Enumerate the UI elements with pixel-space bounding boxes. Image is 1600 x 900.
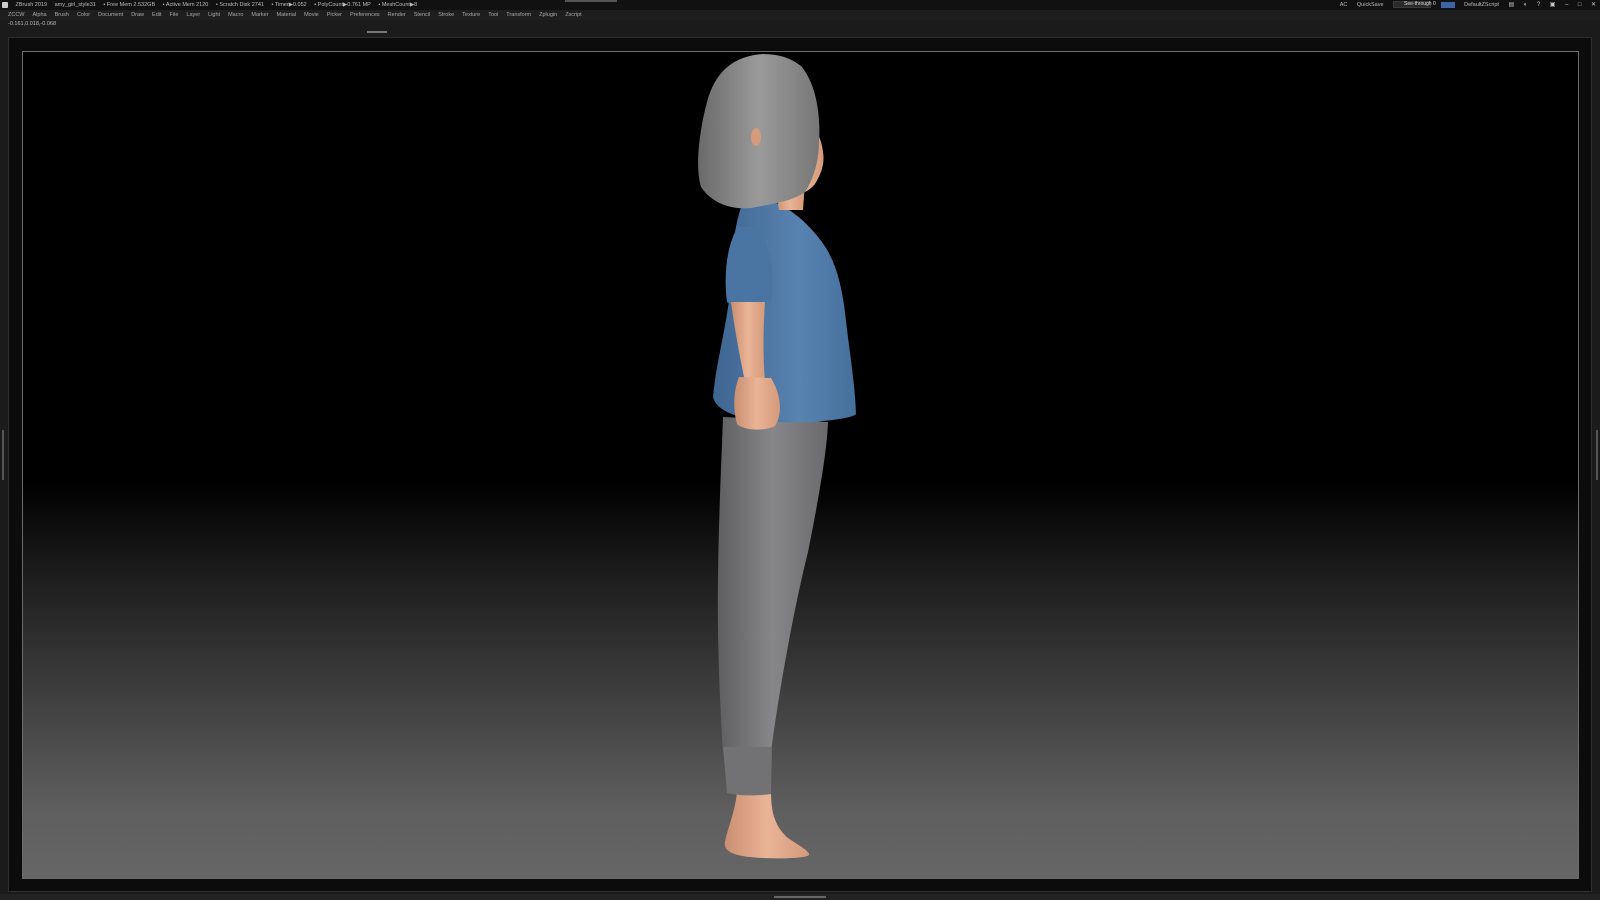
menu-items: ZCCW Alpha Brush Color Document Draw Edit File L… [8,10,590,20]
title-controls: AC QuickSave See-through 0 DefaultZScrip… [1332,0,1596,10]
default-zscript-button[interactable]: DefaultZScript [1464,2,1499,8]
menu-item-zccw[interactable]: ZCCW [8,12,25,18]
pants [717,417,828,752]
quicksave-button[interactable]: QuickSave [1357,2,1384,8]
active-mem: • Active Mem 2120 [162,2,209,8]
menu-item-movie[interactable]: Movie [304,12,319,18]
scratch-disk: • Scratch Disk 2741 [215,2,264,8]
menu-item-alpha[interactable]: Alpha [33,12,47,18]
character-model[interactable] [23,52,1579,879]
top-shelf-handle[interactable] [367,31,387,33]
layout-icon[interactable]: ▤ [1509,0,1515,10]
pants-cuff [723,747,772,796]
zbrush-logo-icon [2,1,8,8]
menu-item-stencil[interactable]: Stencil [414,12,431,18]
color-scheme-icon[interactable]: ◐ [1524,0,1528,10]
menu-item-layer[interactable]: Layer [186,12,200,18]
title-info: ZBrush 2019 amy_girl_style31 • Free Mem … [2,0,423,10]
polycount: • PolyCount▶0.761 MP [314,2,371,8]
app-name: ZBrush 2019 [15,2,48,8]
menu-item-material[interactable]: Material [277,12,297,18]
menu-item-transform[interactable]: Transform [506,12,531,18]
close-icon[interactable]: ✕ [1591,0,1596,10]
right-tray-handle[interactable] [1596,430,1598,480]
see-through-label: See-through 0 [1404,1,1436,8]
help-icon[interactable]: ? [1537,0,1540,10]
menu-item-file[interactable]: File [170,12,179,18]
timer: • Timer▶0.052 [271,2,307,8]
menu-item-picker[interactable]: Picker [327,12,342,18]
menu-item-edit[interactable]: Edit [152,12,161,18]
file-name: amy_girl_style31 [54,2,96,8]
left-tray-handle[interactable] [2,430,4,480]
coordinates-readout: -0.161,0.018,-0.068 [8,21,57,27]
menu-item-macro[interactable]: Macro [228,12,243,18]
bottom-tray-handle[interactable] [774,896,826,898]
menu-item-render[interactable]: Render [388,12,406,18]
menu-item-light[interactable]: Light [208,12,220,18]
menu-item-brush[interactable]: Brush [55,12,69,18]
menu-item-document[interactable]: Document [98,12,123,18]
document-viewport[interactable] [22,51,1579,879]
ear [751,128,761,146]
lock-icon[interactable]: ▣ [1550,0,1556,10]
menu-item-tool[interactable]: Tool [488,12,498,18]
meshcount: • MeshCount▶8 [378,2,418,8]
menu-item-marker[interactable]: Marker [251,12,268,18]
maximize-icon[interactable]: □ [1578,0,1582,10]
menu-item-draw[interactable]: Draw [131,12,144,18]
menu-item-preferences[interactable]: Preferences [350,12,380,18]
menu-item-texture[interactable]: Texture [462,12,480,18]
top-tab-indicator [565,0,617,2]
hand [734,377,780,430]
menu-bar: ZCCW Alpha Brush Color Document Draw Edit File L… [0,10,1600,20]
menu-item-color[interactable]: Color [77,12,90,18]
see-through-slider[interactable]: See-through 0 [1393,1,1436,9]
menu-item-zplugin[interactable]: Zplugin [539,12,557,18]
title-bar: ZBrush 2019 amy_girl_style31 • Free Mem … [0,0,1600,10]
foot [724,792,810,859]
ac-button[interactable]: AC [1340,2,1348,8]
free-mem: • Free Mem 2.532GB [103,2,156,8]
menu-item-zscript[interactable]: Zscript [565,12,582,18]
menu-item-stroke[interactable]: Stroke [438,12,454,18]
minimize-icon[interactable]: – [1565,0,1568,10]
menus-toggle-button[interactable] [1440,1,1455,8]
